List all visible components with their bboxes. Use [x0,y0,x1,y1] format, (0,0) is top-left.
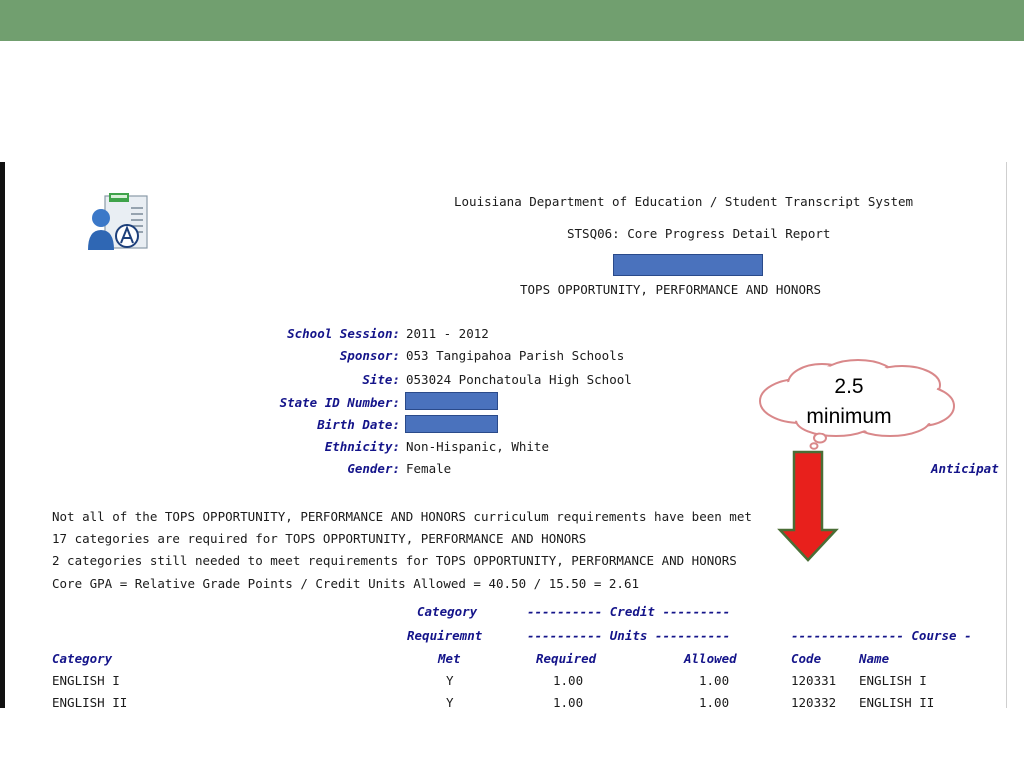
cloud-callout-label: minimum [806,405,892,428]
cloud-callout-text: 2.5 minimum [778,372,920,432]
cloud-callout-value: 2.5 [834,375,864,398]
red-down-arrow [777,450,839,562]
